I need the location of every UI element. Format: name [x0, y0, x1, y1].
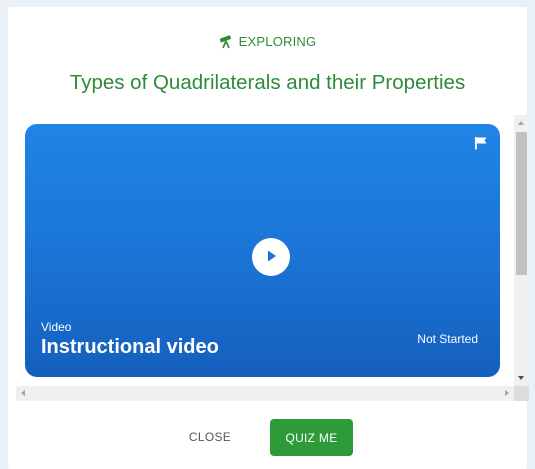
card-type-label: Video [41, 320, 72, 334]
telescope-icon [219, 34, 233, 49]
eyebrow-label: EXPLORING [238, 34, 317, 49]
eyebrow: EXPLORING [8, 34, 527, 49]
flag-icon[interactable] [474, 136, 488, 155]
video-card[interactable]: Video Instructional video Not Started [25, 124, 500, 377]
scroll-left-icon[interactable] [21, 390, 25, 396]
play-icon [263, 248, 279, 267]
vertical-scrollbar[interactable] [514, 115, 529, 386]
play-button[interactable] [252, 238, 290, 276]
quiz-me-button[interactable]: QUIZ ME [270, 419, 353, 456]
content-scroll-area: Video Instructional video Not Started [16, 115, 529, 402]
scrollbar-corner [514, 386, 529, 401]
close-button[interactable]: CLOSE [180, 422, 240, 452]
card-title: Instructional video [41, 336, 219, 358]
scroll-right-icon[interactable] [505, 390, 509, 396]
scroll-down-icon[interactable] [518, 376, 524, 380]
scroll-up-icon[interactable] [518, 121, 524, 125]
status-label: Not Started [417, 332, 478, 346]
page-title: Types of Quadrilaterals and their Proper… [69, 71, 466, 94]
horizontal-scrollbar[interactable] [16, 386, 514, 401]
scrollbar-thumb[interactable] [516, 132, 527, 275]
activity-modal: EXPLORING Types of Quadrilaterals and th… [8, 7, 529, 469]
